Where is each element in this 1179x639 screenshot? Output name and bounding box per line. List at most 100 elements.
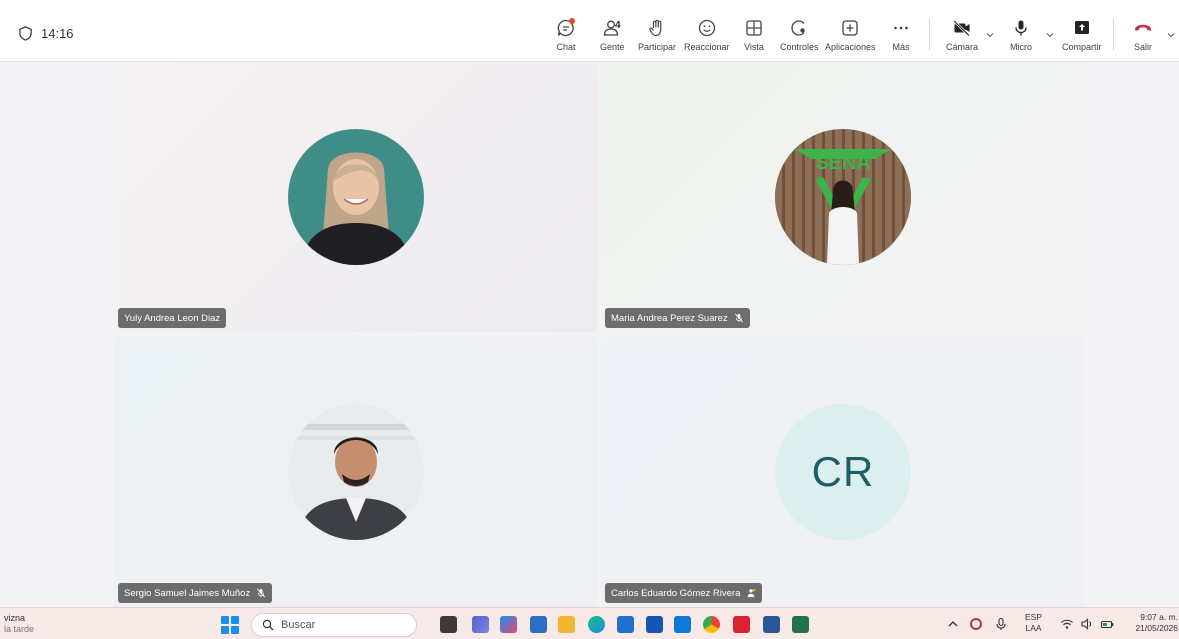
avatar-photo-man [288, 404, 424, 540]
timer-text: 14:16 [41, 26, 74, 41]
tray-overflow-chevron-icon[interactable] [946, 617, 960, 634]
copilot-icon[interactable] [500, 616, 517, 633]
participant-avatar [288, 404, 424, 540]
weather-line2: la tarde [4, 624, 35, 634]
participant-nameplate: Carlos Eduardo Gómez Rivera [605, 583, 763, 603]
react-label: Reaccionar [684, 42, 730, 52]
chrome-icon[interactable] [703, 616, 720, 633]
search-icon [262, 619, 274, 631]
leave-button[interactable]: Salir [1133, 18, 1153, 52]
people-button[interactable]: 4 Gente [600, 18, 625, 52]
weather-line1: vizna [4, 613, 26, 623]
camera-label: Cámara [946, 42, 979, 52]
mic-button[interactable]: Micro [1010, 18, 1032, 52]
controls-icon [791, 20, 805, 36]
participant-tile[interactable]: CR Carlos Eduardo Gómez Rivera [601, 337, 1085, 607]
participant-tile[interactable]: Sergio Samuel Jaimes Muñoz [114, 337, 598, 607]
input-language[interactable]: ESP LAA [1025, 612, 1042, 634]
weather-widget[interactable]: vizna la tarde [4, 613, 34, 635]
participant-nameplate: Yuly Andrea Leon Diaz [118, 308, 227, 328]
apps-label: Aplicaciones [825, 42, 876, 52]
participant-initials-avatar: CR [775, 404, 911, 540]
react-button[interactable]: Reaccionar [684, 18, 730, 52]
mic-muted-icon [257, 588, 266, 598]
leave-label: Salir [1133, 42, 1152, 52]
grid-view-icon [746, 20, 762, 36]
shield-icon [19, 26, 32, 41]
participant-name: Maria Andrea Perez Suarez [611, 312, 728, 324]
volume-icon[interactable] [1080, 617, 1094, 634]
teams-icon[interactable] [472, 616, 489, 633]
word-icon[interactable] [763, 616, 780, 633]
mic-options-chevron-icon[interactable] [1045, 30, 1055, 40]
person-raise-icon [748, 588, 756, 598]
file-explorer-icon[interactable] [558, 616, 575, 633]
video-stage: Yuly Andrea Leon Diaz SENA Maria Andrea … [0, 62, 1179, 607]
app-icon[interactable] [646, 616, 663, 633]
raise-hand-button[interactable]: Participar [638, 18, 676, 52]
start-button[interactable] [221, 616, 239, 634]
participant-avatar [288, 129, 424, 265]
participant-nameplate: Sergio Samuel Jaimes Muñoz [118, 583, 273, 603]
participant-name: Carlos Eduardo Gómez Rivera [611, 587, 741, 599]
clock-date: 21/05/2026 [1135, 623, 1178, 633]
share-screen-icon [1074, 21, 1089, 34]
taskbar-search[interactable]: Buscar [251, 613, 417, 637]
participant-name: Yuly Andrea Leon Diaz [124, 312, 221, 324]
battery-icon[interactable] [1100, 617, 1114, 634]
mic-label: Micro [1010, 42, 1032, 52]
edge-icon[interactable] [588, 616, 605, 633]
leave-options-chevron-icon[interactable] [1166, 30, 1176, 40]
tray-app-icon[interactable] [969, 617, 983, 634]
store-icon[interactable] [617, 616, 634, 633]
clock-time: 9:07 a. m. [1140, 612, 1178, 622]
hang-up-icon [1135, 24, 1151, 31]
participant-nameplate: Maria Andrea Perez Suarez [605, 308, 750, 328]
windows-taskbar: vizna la tarde Buscar ESP LAA 9:07 a. m.… [0, 607, 1179, 639]
avatar-photo-woman [288, 129, 424, 265]
camera-options-chevron-icon[interactable] [985, 30, 995, 40]
camera-off-icon [953, 20, 970, 37]
controls-button[interactable]: Controles [780, 18, 819, 52]
participant-tile[interactable]: SENA Maria Andrea Perez Suarez [601, 62, 1085, 332]
share-button[interactable]: Compartir [1062, 18, 1102, 52]
participant-avatar: SENA [775, 129, 911, 265]
mic-muted-icon [734, 313, 743, 323]
chat-button[interactable]: Chat [556, 18, 576, 52]
windows-logo-icon [221, 616, 229, 624]
microphone-icon [1015, 20, 1027, 36]
toolbar-separator [929, 18, 930, 50]
task-view-icon[interactable] [440, 616, 457, 633]
photos-icon[interactable] [530, 616, 547, 633]
meeting-timer: 14:16 [18, 26, 74, 41]
apps-button[interactable]: Aplicaciones [825, 18, 876, 52]
smiley-icon [698, 19, 715, 37]
chat-notification-dot [569, 18, 575, 24]
participant-tile[interactable]: Yuly Andrea Leon Diaz [114, 62, 598, 332]
lang-top: ESP [1025, 612, 1043, 622]
controls-label: Controles [780, 42, 819, 52]
view-label: Vista [744, 42, 764, 52]
participant-name: Sergio Samuel Jaimes Muñoz [124, 587, 251, 599]
view-button[interactable]: Vista [744, 18, 764, 52]
outlook-icon[interactable] [674, 616, 691, 633]
more-label: Más [892, 42, 910, 52]
people-label: Gente [600, 42, 625, 52]
meeting-toolbar: 14:16 Chat 4 Gente Participar Reaccionar… [0, 0, 1179, 62]
tray-microphone-icon[interactable] [994, 617, 1008, 634]
chat-label: Chat [556, 42, 576, 52]
raise-hand-label: Participar [638, 42, 677, 52]
more-button[interactable]: Más [891, 18, 911, 52]
acrobat-icon[interactable] [733, 616, 750, 633]
add-app-icon [842, 20, 858, 36]
excel-icon[interactable] [792, 616, 809, 633]
lang-bottom: LAA [1025, 623, 1042, 633]
wifi-icon[interactable] [1060, 617, 1074, 634]
people-count: 4 [615, 20, 621, 31]
share-label: Compartir [1062, 42, 1102, 52]
camera-button[interactable]: Cámara [946, 18, 978, 52]
hand-icon [649, 19, 662, 37]
avatar-photo-sena: SENA [775, 129, 911, 265]
system-clock[interactable]: 9:07 a. m. 21/05/2026 [1124, 612, 1178, 634]
more-icon [894, 26, 908, 30]
